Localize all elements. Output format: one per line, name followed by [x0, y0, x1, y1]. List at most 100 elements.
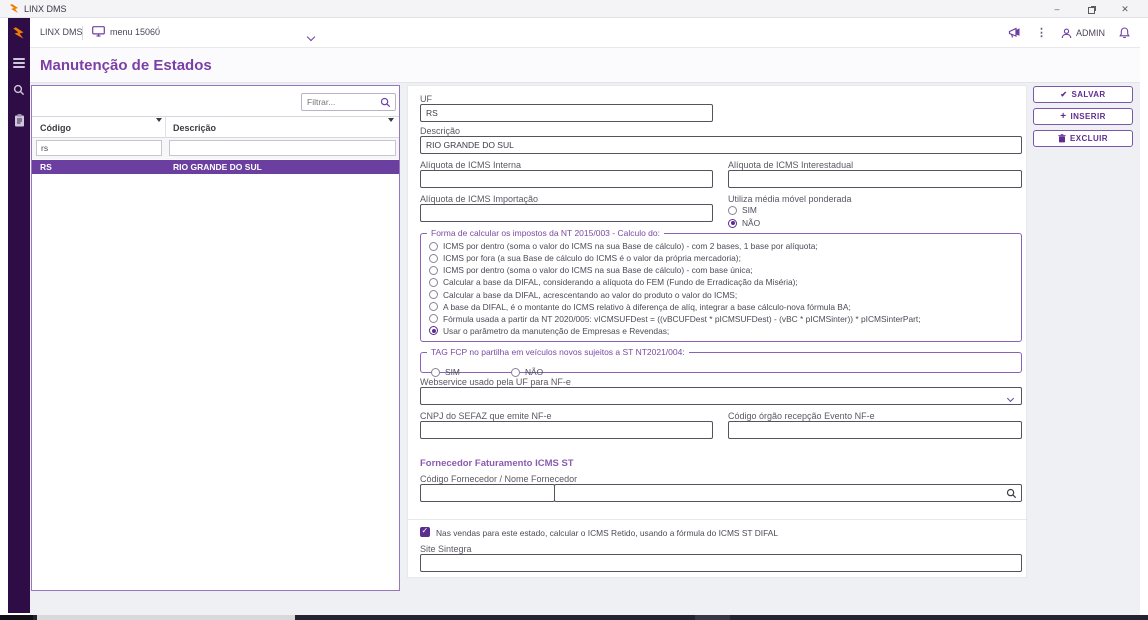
- plus-icon: [1060, 111, 1066, 122]
- toolbar: LINX DMS menu 15060 ⋮ ADMIN: [30, 18, 1140, 48]
- user-menu[interactable]: ADMIN: [1061, 28, 1105, 39]
- media-movel-sim[interactable]: SIM: [728, 205, 757, 215]
- clipboard-icon[interactable]: [8, 114, 30, 127]
- app-window: LINX DMS – ✕ LINX DMS menu 15060: [0, 0, 1148, 620]
- icms-interestadual-field[interactable]: [728, 170, 1022, 188]
- icms-importacao-label: Alíquota de ICMS Importação: [420, 194, 538, 204]
- cnpj-sefaz-label: CNPJ do SEFAZ que emite NF-e: [420, 411, 552, 421]
- nt2015-fieldset: Forma de calcular os impostos da NT 2015…: [420, 228, 1022, 342]
- excluir-button[interactable]: EXCLUIR: [1033, 130, 1133, 147]
- page-header: Manutenção de Estados: [30, 48, 1140, 83]
- bell-icon[interactable]: [1119, 27, 1130, 39]
- toolbar-app-name: LINX DMS: [40, 27, 83, 37]
- webservice-label: Webservice usado pela UF para NF-e: [420, 377, 571, 387]
- nt2015-option-3[interactable]: ICMS por dentro (soma o valor do ICMS na…: [429, 265, 1013, 275]
- cnpj-sefaz-field[interactable]: [420, 421, 713, 439]
- nt2015-option-1[interactable]: ICMS por dentro (soma o valor do ICMS na…: [429, 241, 1013, 251]
- toolbar-menu-label[interactable]: menu 15060: [110, 27, 160, 37]
- nt2015-option-8[interactable]: Usar o parâmetro da manutenção de Empres…: [429, 326, 1013, 336]
- minimize-button[interactable]: –: [1042, 0, 1072, 18]
- fornecedor-campo-label: Código Fornecedor / Nome Fornecedor: [420, 474, 577, 484]
- radio-icon[interactable]: [511, 368, 520, 377]
- codigo-orgao-label: Código órgão recepção Evento NF-e: [728, 411, 875, 421]
- taskbar-strip: [0, 615, 1148, 620]
- monitor-icon: [92, 26, 105, 37]
- state-form-panel: UF Descrição Alíquota de ICMS Interna Al…: [407, 85, 1027, 578]
- action-buttons: SALVAR INSERIR EXCLUIR: [1033, 86, 1133, 152]
- sidebar: [8, 18, 30, 613]
- media-movel-label: Utiliza média móvel ponderada: [728, 194, 852, 204]
- window-titlebar: LINX DMS – ✕: [0, 0, 1148, 18]
- taskbar-segment: [695, 615, 730, 620]
- salvar-button-label: SALVAR: [1072, 90, 1106, 99]
- nt2015-option-4[interactable]: Calcular a base da DIFAL, considerando a…: [429, 277, 1013, 287]
- linx-logo-icon: [9, 3, 20, 14]
- divider: [408, 519, 1028, 520]
- icms-importacao-field[interactable]: [420, 204, 713, 222]
- site-sintegra-field[interactable]: [420, 554, 1022, 572]
- table-row[interactable]: RS RIO GRANDE DO SUL: [32, 160, 399, 174]
- icms-interna-field[interactable]: [420, 170, 713, 188]
- radio-icon[interactable]: [728, 206, 737, 215]
- horizontal-scrollbar-thumb[interactable]: [37, 615, 295, 620]
- chevron-down-icon: [1008, 393, 1013, 403]
- webservice-select[interactable]: [420, 387, 1022, 405]
- close-button[interactable]: ✕: [1110, 0, 1140, 18]
- search-icon[interactable]: [1006, 488, 1017, 499]
- inserir-button[interactable]: INSERIR: [1033, 108, 1133, 125]
- nt2015-legend: Forma de calcular os impostos da NT 2015…: [427, 228, 664, 238]
- content-area: Código Descrição RS RIO GRANDE DO SUL UF…: [30, 83, 1140, 615]
- search-icon[interactable]: [380, 97, 391, 108]
- codigo-filter-input[interactable]: [36, 140, 162, 156]
- states-list-panel: Código Descrição RS RIO GRANDE DO SUL: [31, 85, 400, 591]
- window-title: LINX DMS: [24, 4, 67, 14]
- fornecedor-codigo-field[interactable]: [420, 484, 555, 502]
- tag-fcp-sim[interactable]: SIM: [431, 367, 460, 377]
- toolbar-tick: [158, 26, 159, 32]
- person-icon: [1061, 28, 1072, 39]
- toolbar-separator: [82, 26, 83, 40]
- radio-icon[interactable]: [429, 290, 438, 299]
- tag-fcp-nao[interactable]: NÃO: [511, 367, 543, 377]
- radio-icon[interactable]: [728, 219, 737, 228]
- column-header-codigo[interactable]: Código: [40, 117, 158, 139]
- nt2015-option-6[interactable]: A base da DIFAL, é o montante do ICMS re…: [429, 302, 1013, 312]
- linx-logo-icon[interactable]: [8, 26, 30, 40]
- radio-icon[interactable]: [431, 368, 440, 377]
- uf-field[interactable]: [420, 104, 713, 122]
- descricao-field[interactable]: [420, 136, 1022, 154]
- taskbar-segment: [0, 615, 33, 620]
- descricao-filter-input[interactable]: [169, 140, 396, 156]
- icms-interestadual-label: Alíquota de ICMS Interestadual: [728, 160, 853, 170]
- chevron-down-icon[interactable]: [308, 27, 316, 35]
- salvar-button[interactable]: SALVAR: [1033, 86, 1133, 103]
- descricao-label: Descrição: [420, 126, 460, 136]
- trash-icon: [1058, 134, 1066, 143]
- nt2015-option-5[interactable]: Calcular a base da DIFAL, acrescentando …: [429, 290, 1013, 300]
- radio-icon[interactable]: [429, 326, 438, 335]
- radio-icon[interactable]: [429, 314, 438, 323]
- media-movel-nao[interactable]: NÃO: [728, 218, 760, 228]
- megaphone-icon[interactable]: [1008, 27, 1022, 39]
- radio-icon[interactable]: [429, 278, 438, 287]
- nt2015-option-2[interactable]: ICMS por fora (a sua Base de cálculo do …: [429, 253, 1013, 263]
- restore-button[interactable]: [1076, 0, 1106, 18]
- tag-fcp-fieldset: TAG FCP no partilha em veículos novos su…: [420, 347, 1022, 373]
- codigo-orgao-field[interactable]: [728, 421, 1022, 439]
- radio-icon[interactable]: [429, 254, 438, 263]
- column-header-descricao[interactable]: Descrição: [173, 117, 388, 139]
- radio-icon[interactable]: [429, 266, 438, 275]
- nt2015-option-7[interactable]: Fórmula usada a partir da NT 2020/005: v…: [429, 314, 1013, 324]
- uf-label: UF: [420, 94, 432, 104]
- menu-list-icon[interactable]: [8, 56, 30, 75]
- search-icon[interactable]: [8, 84, 30, 96]
- fornecedor-nome-field[interactable]: [554, 484, 1022, 502]
- icms-retido-checkbox[interactable]: [420, 527, 430, 537]
- radio-icon[interactable]: [429, 302, 438, 311]
- fornecedor-section-title: Fornecedor Faturamento ICMS ST: [420, 458, 574, 469]
- row-codigo: RS: [40, 160, 52, 174]
- radio-icon[interactable]: [429, 242, 438, 251]
- tag-fcp-legend: TAG FCP no partilha em veículos novos su…: [427, 347, 689, 357]
- filter-input[interactable]: [307, 95, 377, 109]
- kebab-menu-icon[interactable]: ⋮: [1036, 28, 1047, 38]
